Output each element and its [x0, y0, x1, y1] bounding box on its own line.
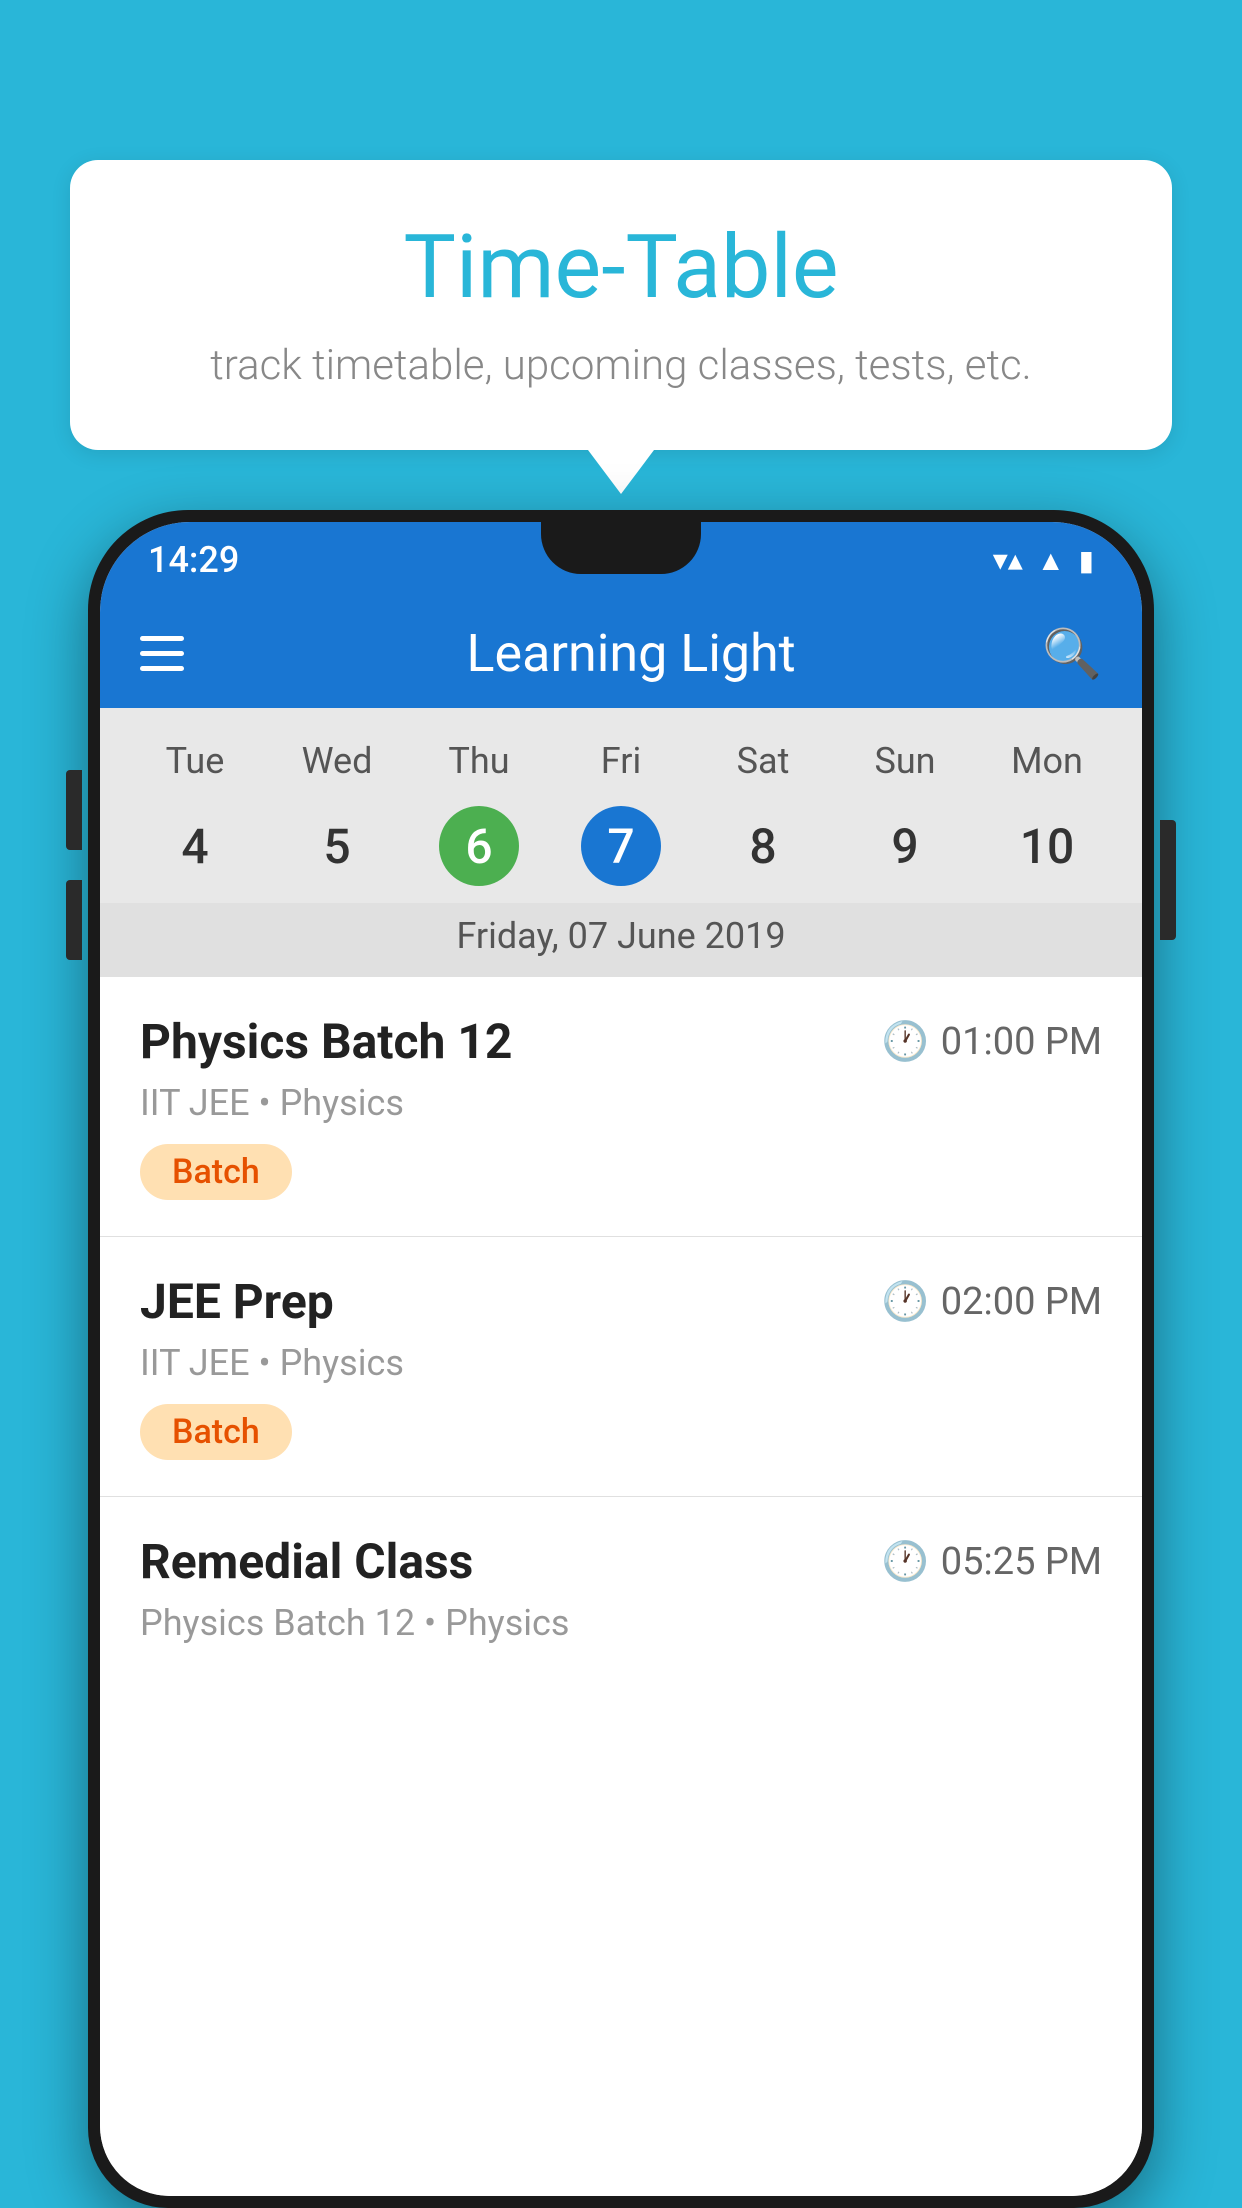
clock-icon-0: 🕐 — [881, 1020, 928, 1064]
hamburger-menu-button[interactable] — [140, 636, 184, 671]
day-name-5: Sun — [834, 732, 976, 790]
bubble-subtitle: track timetable, upcoming classes, tests… — [110, 341, 1132, 390]
schedule-time-2: 🕐 05:25 PM — [881, 1540, 1102, 1584]
schedule-item-header-2: Remedial Class 🕐 05:25 PM — [140, 1533, 1102, 1590]
batch-badge-0: Batch — [140, 1144, 292, 1200]
schedule-time-text-1: 02:00 PM — [941, 1280, 1102, 1324]
signal-icon: ▲ — [1037, 544, 1065, 577]
schedule-meta-1: IIT JEE • Physics — [140, 1342, 1102, 1384]
search-button[interactable]: 🔍 — [1042, 625, 1102, 682]
selected-date-label: Friday, 07 June 2019 — [100, 903, 1142, 977]
schedule-list: Physics Batch 12 🕐 01:00 PM IIT JEE • Ph… — [100, 977, 1142, 2196]
day-name-4: Sat — [692, 732, 834, 790]
day-7-selected[interactable]: 7 — [581, 806, 661, 886]
status-time: 14:29 — [148, 539, 239, 581]
phone-content: 14:29 ▾▴ ▲ ▮ Learning Light 🔍 — [100, 522, 1142, 2196]
day-name-1: Wed — [266, 732, 408, 790]
schedule-item-2[interactable]: Remedial Class 🕐 05:25 PM Physics Batch … — [100, 1497, 1142, 1700]
day-name-2: Thu — [408, 732, 550, 790]
calendar-header: Tue Wed Thu Fri Sat Sun Mon 4 5 6 7 8 9 … — [100, 708, 1142, 903]
phone-notch — [541, 522, 701, 574]
schedule-item-header-1: JEE Prep 🕐 02:00 PM — [140, 1273, 1102, 1330]
clock-icon-1: 🕐 — [881, 1280, 928, 1324]
day-numbers-row: 4 5 6 7 8 9 10 — [124, 806, 1118, 887]
clock-icon-2: 🕐 — [881, 1540, 928, 1584]
day-10[interactable]: 10 — [976, 806, 1118, 887]
schedule-title-2: Remedial Class — [140, 1533, 473, 1590]
schedule-meta-0: IIT JEE • Physics — [140, 1082, 1102, 1124]
bubble-title: Time-Table — [110, 220, 1132, 317]
status-icons: ▾▴ ▲ ▮ — [993, 543, 1094, 578]
battery-icon: ▮ — [1079, 544, 1094, 577]
day-name-3: Fri — [550, 732, 692, 790]
app-title: Learning Light — [220, 623, 1042, 684]
batch-badge-1: Batch — [140, 1404, 292, 1460]
day-6-today[interactable]: 6 — [439, 806, 519, 886]
schedule-item-1[interactable]: JEE Prep 🕐 02:00 PM IIT JEE • Physics Ba… — [100, 1237, 1142, 1497]
schedule-time-text-0: 01:00 PM — [941, 1020, 1102, 1064]
schedule-item-header-0: Physics Batch 12 🕐 01:00 PM — [140, 1013, 1102, 1070]
phone-shell: 14:29 ▾▴ ▲ ▮ Learning Light 🔍 — [88, 510, 1154, 2208]
schedule-title-1: JEE Prep — [140, 1273, 334, 1330]
volume-up-button[interactable] — [66, 770, 82, 850]
power-button[interactable] — [1160, 820, 1176, 940]
day-names-row: Tue Wed Thu Fri Sat Sun Mon — [124, 732, 1118, 790]
volume-down-button[interactable] — [66, 880, 82, 960]
schedule-time-text-2: 05:25 PM — [941, 1540, 1102, 1584]
day-4[interactable]: 4 — [124, 806, 266, 887]
day-8[interactable]: 8 — [692, 806, 834, 887]
schedule-time-1: 🕐 02:00 PM — [881, 1280, 1102, 1324]
schedule-title-0: Physics Batch 12 — [140, 1013, 512, 1070]
day-name-0: Tue — [124, 732, 266, 790]
wifi-icon: ▾▴ — [993, 543, 1023, 578]
day-5[interactable]: 5 — [266, 806, 408, 887]
phone-screen: 14:29 ▾▴ ▲ ▮ Learning Light 🔍 — [100, 522, 1142, 2196]
schedule-time-0: 🕐 01:00 PM — [881, 1020, 1102, 1064]
app-bar: Learning Light 🔍 — [100, 598, 1142, 708]
schedule-meta-2: Physics Batch 12 • Physics — [140, 1602, 1102, 1644]
day-9[interactable]: 9 — [834, 806, 976, 887]
speech-bubble-card: Time-Table track timetable, upcoming cla… — [70, 160, 1172, 450]
day-name-6: Mon — [976, 732, 1118, 790]
schedule-item-0[interactable]: Physics Batch 12 🕐 01:00 PM IIT JEE • Ph… — [100, 977, 1142, 1237]
